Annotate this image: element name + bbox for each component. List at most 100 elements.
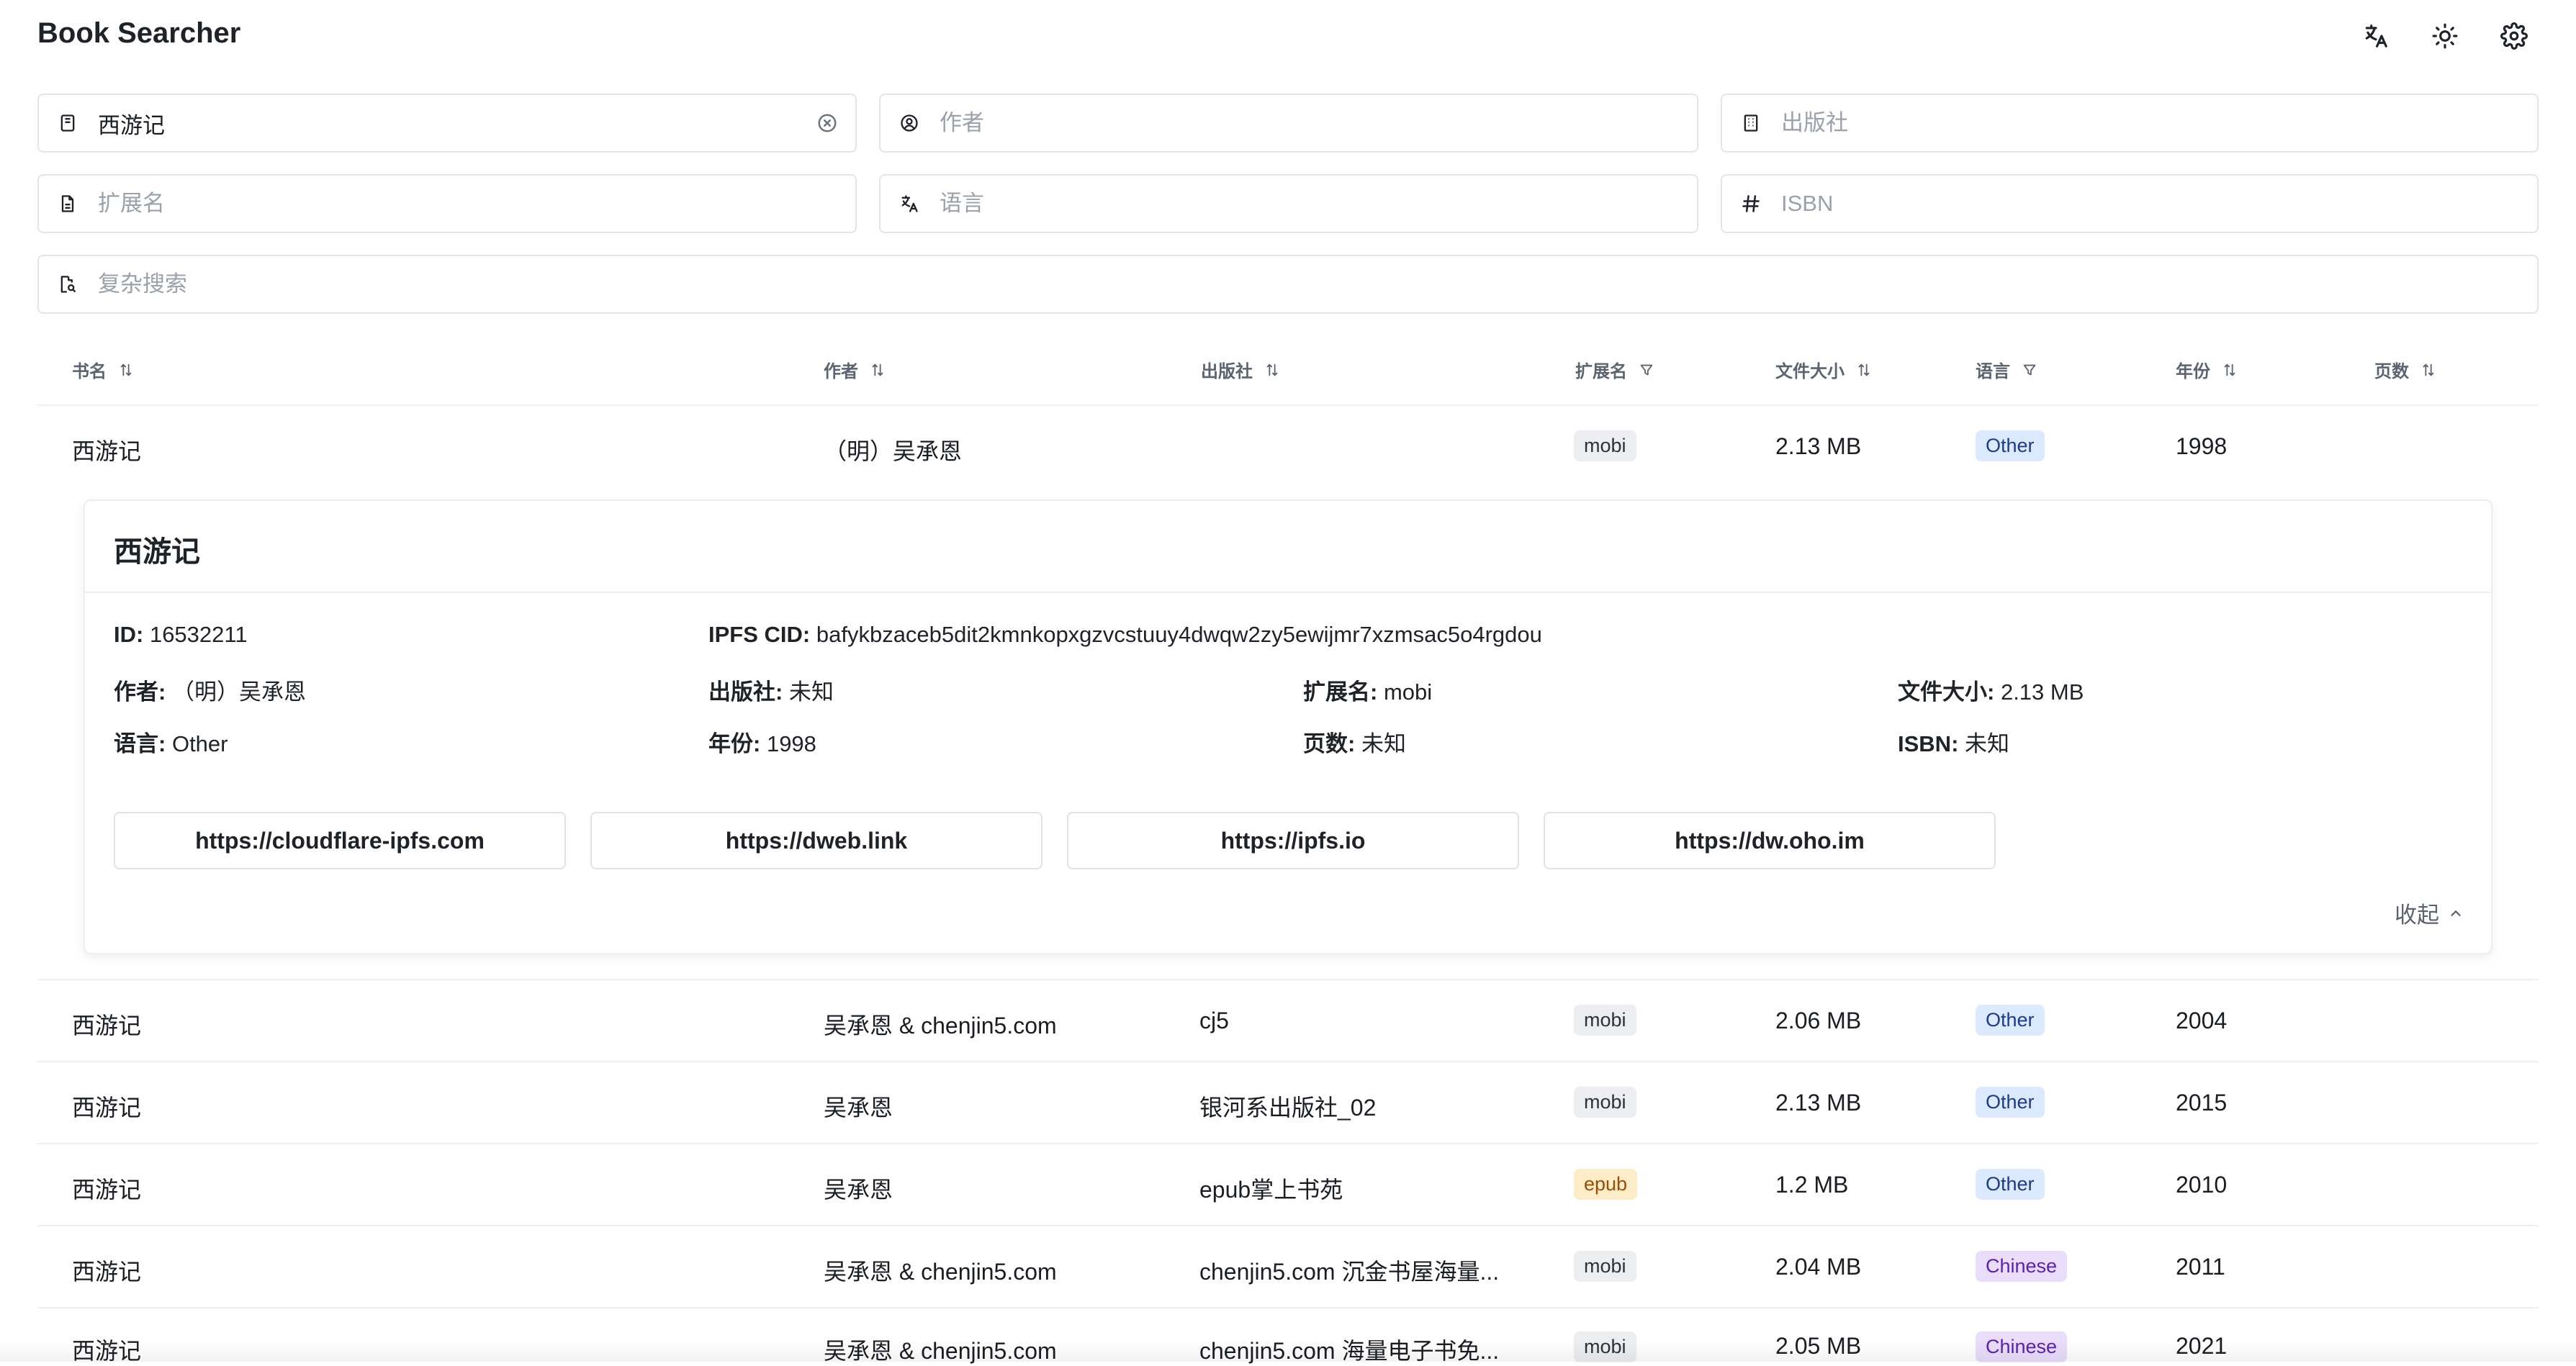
detail-isbn: ISBN: 未知 (1898, 731, 2010, 756)
language-field[interactable] (879, 174, 1698, 233)
column-header-extension[interactable]: 扩展名 (1575, 357, 1654, 382)
gear-icon (2500, 22, 2528, 50)
cell-year: 2011 (2176, 1254, 2225, 1280)
detail-language: 语言: Other (114, 731, 228, 756)
app-title: Book Searcher (37, 17, 241, 49)
sort-icon (1858, 363, 1870, 376)
cell-author: 吴承恩 & chenjin5.com (824, 1259, 1057, 1285)
gateway-cloudflare-button[interactable]: https://cloudflare-ipfs.com (114, 812, 566, 869)
detail-author: 作者: （明）吴承恩 (114, 679, 306, 705)
column-header-title[interactable]: 书名 (72, 357, 134, 382)
cell-title: 西游记 (72, 438, 142, 464)
sort-icon (1266, 363, 1278, 376)
cell-publisher: 银河系出版社_02 (1199, 1095, 1377, 1121)
cell-title: 西游记 (72, 1259, 142, 1285)
book-icon (60, 114, 75, 132)
detail-ipfs-cid: IPFS CID: bafykbzaceb5dit2kmnkopxgzvcstu… (708, 622, 1542, 647)
publisher-input[interactable] (1780, 109, 2537, 137)
cell-size: 2.13 MB (1775, 433, 1862, 459)
extension-badge: mobi (1574, 1005, 1636, 1036)
cell-author: 吴承恩 (824, 1177, 893, 1203)
theme-toggle-button[interactable] (2428, 19, 2462, 53)
file-icon (61, 195, 74, 212)
detail-extension: 扩展名: mobi (1303, 679, 1433, 705)
cell-size: 2.04 MB (1775, 1254, 1862, 1280)
language-input[interactable] (938, 190, 1697, 217)
cell-title: 西游记 (72, 1095, 142, 1121)
language-badge: Chinese (1976, 1251, 2068, 1282)
translate-button[interactable] (2359, 19, 2393, 53)
cell-year: 2004 (2176, 1008, 2228, 1033)
cell-author: 吴承恩 (824, 1095, 893, 1121)
language-badge: Other (1976, 430, 2045, 461)
collapse-button[interactable]: 收起 (2395, 897, 2464, 929)
complex-search-field[interactable] (37, 255, 2539, 314)
clear-icon[interactable] (816, 112, 838, 134)
divider (37, 979, 2539, 980)
cell-size: 2.06 MB (1775, 1008, 1862, 1033)
cell-year: 1998 (2176, 433, 2228, 459)
complex-search-input[interactable] (96, 271, 2537, 298)
column-header-author[interactable]: 作者 (824, 357, 886, 382)
cell-year: 2010 (2176, 1172, 2228, 1198)
cell-publisher: chenjin5.com 沉金书屋海量... (1199, 1259, 1500, 1285)
author-input[interactable] (938, 109, 1697, 137)
gateway-oho-button[interactable]: https://dw.oho.im (1544, 812, 1996, 869)
gateway-dweb-button[interactable]: https://dweb.link (590, 812, 1042, 869)
publisher-field[interactable] (1721, 94, 2539, 153)
detail-year: 年份: 1998 (708, 731, 816, 756)
cell-year: 2015 (2176, 1090, 2228, 1116)
extension-badge: mobi (1574, 1251, 1636, 1282)
sun-icon (2432, 23, 2458, 49)
cell-publisher: epub掌上书苑 (1199, 1177, 1343, 1203)
divider (37, 404, 2539, 406)
extension-badge: mobi (1574, 430, 1636, 461)
column-header-language[interactable]: 语言 (1976, 357, 2037, 382)
language-badge: Other (1976, 1087, 2045, 1118)
sort-icon (2224, 363, 2235, 376)
hash-icon (1742, 195, 1760, 212)
divider (85, 592, 2491, 593)
sort-icon (2423, 363, 2434, 376)
gateway-ipfs-button[interactable]: https://ipfs.io (1067, 812, 1519, 869)
detail-publisher: 出版社: 未知 (708, 679, 834, 705)
extension-input[interactable] (96, 190, 855, 217)
author-field[interactable] (879, 94, 1698, 153)
scroll-shadow (0, 1340, 2576, 1362)
detail-pages: 页数: 未知 (1303, 731, 1406, 756)
translate-icon (2365, 24, 2387, 48)
user-circle-icon (901, 114, 918, 132)
title-input[interactable] (96, 109, 855, 137)
cell-publisher: cj5 (1199, 1008, 1229, 1033)
column-header-publisher[interactable]: 出版社 (1201, 357, 1280, 382)
settings-button[interactable] (2497, 19, 2531, 53)
extension-field[interactable] (37, 174, 857, 233)
divider (37, 1307, 2539, 1308)
cell-size: 1.2 MB (1775, 1172, 1849, 1198)
extension-badge: epub (1574, 1169, 1638, 1200)
cell-title: 西游记 (72, 1013, 142, 1039)
sort-icon (120, 363, 132, 376)
cell-size: 2.13 MB (1775, 1090, 1862, 1116)
search-document-icon (60, 276, 76, 293)
divider (37, 1061, 2539, 1062)
column-header-size[interactable]: 文件大小 (1775, 357, 1872, 382)
translate-icon (901, 195, 918, 212)
divider (37, 1225, 2539, 1226)
column-header-year[interactable]: 年份 (2176, 357, 2238, 382)
cell-author: （明）吴承恩 (824, 438, 963, 464)
title-field[interactable] (37, 94, 857, 153)
extension-badge: mobi (1574, 1087, 1636, 1118)
building-icon (1744, 114, 1758, 132)
detail-title: 西游记 (114, 536, 200, 568)
cell-title: 西游记 (72, 1177, 142, 1203)
language-badge: Other (1976, 1005, 2045, 1036)
column-header-pages[interactable]: 页数 (2374, 357, 2436, 382)
filter-icon (2023, 364, 2036, 375)
cell-author: 吴承恩 & chenjin5.com (824, 1013, 1057, 1039)
isbn-input[interactable] (1780, 190, 2537, 217)
sort-icon (872, 363, 883, 376)
filter-icon (1640, 364, 1653, 375)
detail-id: ID: 16532211 (114, 622, 248, 647)
isbn-field[interactable] (1721, 174, 2539, 233)
